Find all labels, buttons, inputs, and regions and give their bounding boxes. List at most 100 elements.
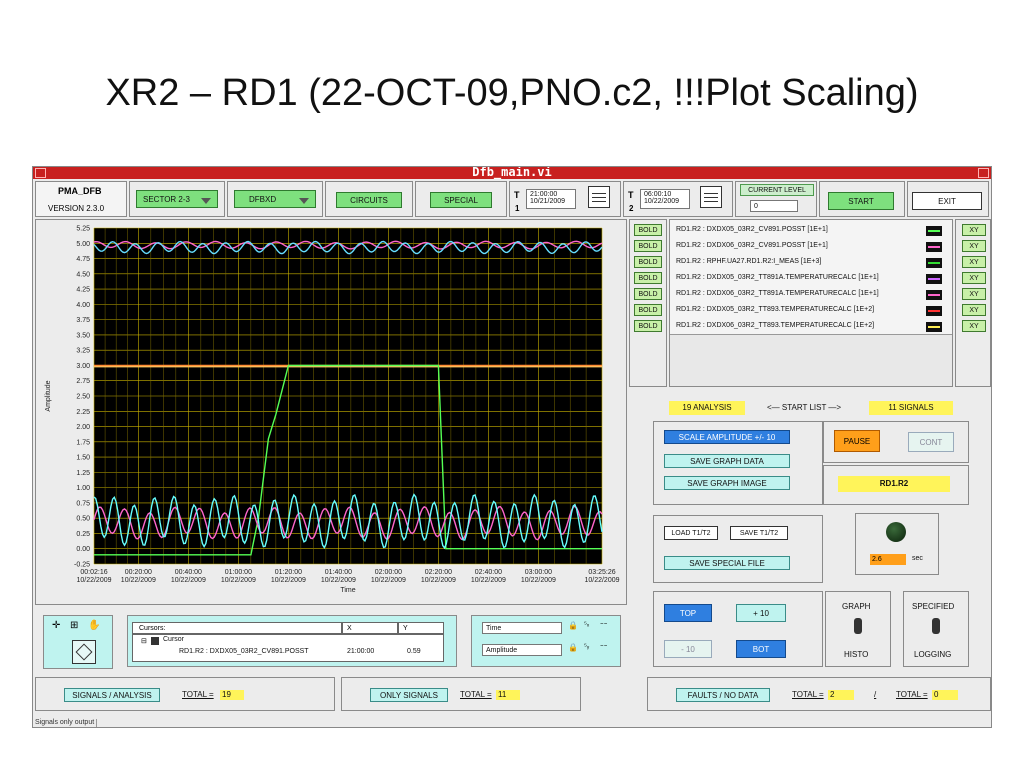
top-button[interactable]: TOP	[664, 604, 712, 622]
amplitude-scale-field[interactable]: Amplitude	[482, 644, 562, 656]
y-axis-label: Amplitude	[45, 380, 52, 411]
signal-color-swatch[interactable]	[926, 242, 942, 252]
cursor-legend: Cursors: X Y ⊟ Cursor RD1.R2 : DXDX05_03…	[127, 615, 457, 667]
slash-separator: /	[874, 690, 877, 699]
signal-row-label: RD1.R2 : DXDX05_03R2_CV891.POSST [1E+1]	[676, 226, 828, 233]
status-bar: Signals only output	[35, 719, 98, 727]
window-close-icon[interactable]	[978, 168, 989, 178]
xy-button[interactable]: XY	[962, 272, 986, 284]
waveform-chart[interactable]: 5.25 5.00 4.75 4.50 4.25 4.00 3.75 3.50 3.25 3.00…	[36, 220, 628, 606]
plus10-button[interactable]: + 10	[736, 604, 786, 622]
signal-color-line	[928, 262, 940, 264]
save-graph-image-button[interactable]: SAVE GRAPH IMAGE	[664, 476, 790, 490]
bold-button[interactable]: BOLD	[634, 320, 662, 332]
graph-actions-panel: SCALE AMPLITUDE +/- 10 SAVE GRAPH DATA S…	[653, 421, 823, 505]
zoom-icon[interactable]: ⊞	[70, 620, 78, 631]
x-tick-date: 10/22/2009	[321, 577, 356, 584]
y-tick-label: 0.50	[76, 516, 90, 523]
signal-row[interactable]: RD1.R2 : DXDX05_03R2_TT891A.TEMPERATUREC…	[676, 274, 948, 286]
y-tick-label: 4.00	[76, 302, 90, 309]
signal-row[interactable]: RD1.R2 : DXDX05_03R2_TT893.TEMPERATURECA…	[676, 306, 948, 318]
signal-row[interactable]: RD1.R2 : DXDX06_03R2_CV891.POSST [1E+1]	[676, 242, 948, 254]
y-tick-label: 2.75	[76, 378, 90, 385]
signal-color-swatch[interactable]	[926, 274, 942, 284]
dfbxd-select[interactable]: DFBXD	[234, 190, 316, 208]
time-scale-field[interactable]: Time	[482, 622, 562, 634]
cursor-y-value: 0.59	[407, 648, 421, 655]
total-faults: 2	[828, 690, 854, 700]
xy-button[interactable]: XY	[962, 256, 986, 268]
x-tick-time: 01:20:00	[275, 569, 302, 576]
logging-toggle[interactable]	[932, 618, 940, 634]
xy-button[interactable]: XY	[962, 240, 986, 252]
bold-button[interactable]: BOLD	[634, 272, 662, 284]
scale-amplitude-button[interactable]: SCALE AMPLITUDE +/- 10	[664, 430, 790, 444]
t2-time: 06:00:10	[644, 191, 672, 198]
t2-datetime-field[interactable]: 06:00:10 10/22/2009	[640, 189, 690, 209]
signal-row[interactable]: RD1.R2 : DXDX06_03R2_TT891A.TEMPERATUREC…	[676, 290, 948, 302]
xy-button[interactable]: XY	[962, 304, 986, 316]
signal-color-swatch[interactable]	[926, 258, 942, 268]
save-special-file-button[interactable]: SAVE SPECIAL FILE	[664, 556, 790, 570]
signal-color-swatch[interactable]	[926, 226, 942, 236]
current-level-field[interactable]: 0	[750, 200, 798, 212]
circuits-button[interactable]: CIRCUITS	[336, 192, 402, 208]
minus10-button[interactable]: - 10	[664, 640, 712, 658]
signal-row[interactable]: RD1.R2 : DXDX05_03R2_CV891.POSST [1E+1]	[676, 226, 948, 238]
x-tick-date: 10/22/2009	[421, 577, 456, 584]
cont-button[interactable]: CONT	[908, 432, 954, 452]
logging-label: LOGGING	[914, 650, 952, 659]
load-t1t2-button[interactable]: LOAD T1/T2	[664, 526, 718, 540]
pause-button[interactable]: PAUSE	[834, 430, 880, 452]
y-format-icon[interactable]: ⁵ᵧ	[584, 643, 589, 650]
x-tick-time: 03:00:00	[525, 569, 552, 576]
window-titlebar[interactable]: Dfb_main.vi	[33, 167, 991, 179]
only-signals-button[interactable]: ONLY SIGNALS	[370, 688, 448, 702]
interval-field[interactable]: 2.6	[870, 554, 906, 565]
lock-icon[interactable]: 🔒	[568, 621, 578, 630]
graph-histo-toggle[interactable]	[854, 618, 862, 634]
xy-button[interactable]: XY	[962, 320, 986, 332]
scale-legend: Time 🔒 ⁵ₓ ⁼⁼ Amplitude 🔒 ⁵ᵧ ⁼⁼	[471, 615, 621, 667]
t1-datetime-field[interactable]: 21:00:00 10/21/2009	[526, 189, 576, 209]
bold-button[interactable]: BOLD	[634, 288, 662, 300]
t2-number: 2	[629, 204, 634, 213]
signal-color-swatch[interactable]	[926, 322, 942, 332]
y-precision-icon[interactable]: ⁼⁼	[600, 643, 607, 651]
calendar-icon[interactable]	[700, 186, 722, 208]
dfbxd-select-value: DFBXD	[249, 195, 277, 204]
xy-button[interactable]: XY	[962, 288, 986, 300]
pan-diamond-icon[interactable]	[72, 640, 96, 664]
faults-no-data-button[interactable]: FAULTS / NO DATA	[676, 688, 770, 702]
calendar-icon[interactable]	[588, 186, 610, 208]
bold-button[interactable]: BOLD	[634, 240, 662, 252]
signal-color-swatch[interactable]	[926, 290, 942, 300]
bot-button[interactable]: BOT	[736, 640, 786, 658]
sector-select[interactable]: SECTOR 2-3	[136, 190, 218, 208]
signals-analysis-button[interactable]: SIGNALS / ANALYSIS	[64, 688, 160, 702]
signal-row[interactable]: RD1.R2 : RPHF.UA27.RD1.R2:I_MEAS [1E+3]	[676, 258, 948, 270]
xy-button[interactable]: XY	[962, 224, 986, 236]
bold-button[interactable]: BOLD	[634, 256, 662, 268]
cursor-row[interactable]: ⊟ Cursor RD1.R2 : DXDX05_03R2_CV891.POSS…	[132, 634, 444, 662]
save-t1t2-button[interactable]: SAVE T1/T2	[730, 526, 788, 540]
app-name: PMA_DFB	[58, 186, 102, 196]
x-tick-date: 10/22/2009	[221, 577, 256, 584]
signal-row-label: RD1.R2 : DXDX05_03R2_TT891A.TEMPERATUREC…	[676, 274, 879, 281]
signal-color-swatch[interactable]	[926, 306, 942, 316]
exit-button[interactable]: EXIT	[912, 192, 982, 210]
start-button[interactable]: START	[828, 192, 894, 210]
crosshair-icon[interactable]: ✛	[52, 620, 60, 631]
special-button[interactable]: SPECIAL	[430, 192, 492, 208]
cursor-x-value: 21:00:00	[347, 648, 375, 655]
signal-row[interactable]: RD1.R2 : DXDX06_03R2_TT893.TEMPERATURECA…	[676, 322, 948, 334]
x-format-icon[interactable]: ⁵ₓ	[584, 621, 589, 628]
bold-button[interactable]: BOLD	[634, 304, 662, 316]
lock-icon[interactable]: 🔒	[568, 643, 578, 652]
bold-button[interactable]: BOLD	[634, 224, 662, 236]
x-precision-icon[interactable]: ⁼⁼	[600, 621, 607, 629]
save-graph-data-button[interactable]: SAVE GRAPH DATA	[664, 454, 790, 468]
current-level-panel: CURRENT LEVEL 0	[735, 181, 817, 217]
cursor-expand-icon[interactable]: ⊟	[141, 637, 147, 645]
hand-icon[interactable]: ✋	[88, 620, 100, 631]
